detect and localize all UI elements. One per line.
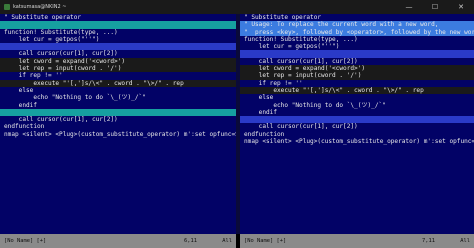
buffer-name: [No Name] [+] — [4, 238, 47, 244]
code-line-highlighted: let cword = expand('<cword>') — [0, 57, 236, 66]
buffer-name: [No Name] [+] — [244, 238, 287, 244]
code-line-highlighted: execute "'[,']s/\<" . cword . "\>/" . re… — [0, 79, 236, 87]
code-line: nmap <silent> <Plug>(custom_substitute_o… — [4, 130, 236, 138]
cursorline — [0, 43, 236, 51]
left-editor-pane[interactable]: " Substitute operator function! Substitu… — [0, 14, 236, 234]
code-line: function! Substitute(type, ...) — [4, 28, 118, 36]
title-bar[interactable]: katsumasa@NKIN2 ~ — ☐ ✕ — [0, 0, 474, 14]
terminal-window: katsumasa@NKIN2 ~ — ☐ ✕ " Substitute ope… — [0, 0, 474, 248]
code-line: echo "Nothing to do `\_(ツ)_/`" — [244, 101, 386, 109]
code-line: call cursor(cur[1], cur[2]) — [4, 116, 118, 124]
fold-marker-line — [0, 108, 236, 117]
code-line: endif — [244, 108, 278, 116]
cursor-position: 6,11 — [184, 238, 197, 244]
fold-marker-line — [0, 21, 236, 29]
scroll-percent: All — [460, 238, 470, 244]
code-line: endfunction — [244, 130, 285, 138]
code-line: if rep != '' — [244, 79, 303, 87]
left-status-bar: [No Name] [+] 6,11 All — [0, 234, 236, 248]
code-line: " Substitute operator — [4, 14, 82, 21]
selected-comment-line: " Usage: To replace the current word wit… — [240, 21, 474, 29]
code-line-highlighted: let cword = expand('<cword>') — [240, 65, 474, 73]
code-line: echo "Nothing to do `\_(ツ)_/`" — [4, 94, 146, 102]
code-line: call cursor(cur[1], cur[2]) — [244, 123, 358, 131]
close-icon[interactable]: ✕ — [448, 0, 474, 14]
window-title: katsumasa@NKIN2 ~ — [13, 4, 67, 10]
cursorline — [240, 116, 474, 124]
cursor-position: 7,11 — [422, 238, 435, 244]
code-line-highlighted: execute "'[,']s/\<" . cword . "\>/" . re… — [240, 86, 474, 95]
code-line: call cursor(cur[1], cur[2]) — [244, 57, 358, 65]
scroll-percent: All — [222, 238, 232, 244]
code-line: endfunction — [4, 123, 45, 131]
code-line-highlighted: let rep = input(cword . '/') — [0, 65, 236, 73]
code-line: call cursor(cur[1], cur[2]) — [4, 50, 118, 58]
minimize-icon[interactable]: — — [396, 0, 422, 14]
right-editor-pane[interactable]: " Substitute operator " Usage: To replac… — [240, 14, 474, 234]
code-line-highlighted: let rep = input(cword . '/') — [240, 72, 474, 80]
cursorline — [240, 50, 474, 58]
code-line: function! Substitute(type, ...) — [244, 35, 358, 43]
code-line: " Substitute operator — [244, 14, 322, 21]
selected-comment-line: " press <key>, followed by <operator>, f… — [240, 28, 474, 36]
code-line: else — [244, 94, 274, 102]
maximize-icon[interactable]: ☐ — [422, 0, 448, 14]
code-line: nmap <silent> <Plug>(custom_substitute_o… — [244, 138, 474, 146]
code-line: endif — [4, 101, 38, 109]
terminal-app-icon — [4, 4, 10, 10]
code-line: let cur = getpos("''") — [4, 35, 100, 43]
code-line: let cur = getpos("''") — [244, 43, 340, 51]
right-status-bar: [No Name] [+] 7,11 All — [240, 234, 474, 248]
code-line: if rep != '' — [4, 72, 63, 80]
